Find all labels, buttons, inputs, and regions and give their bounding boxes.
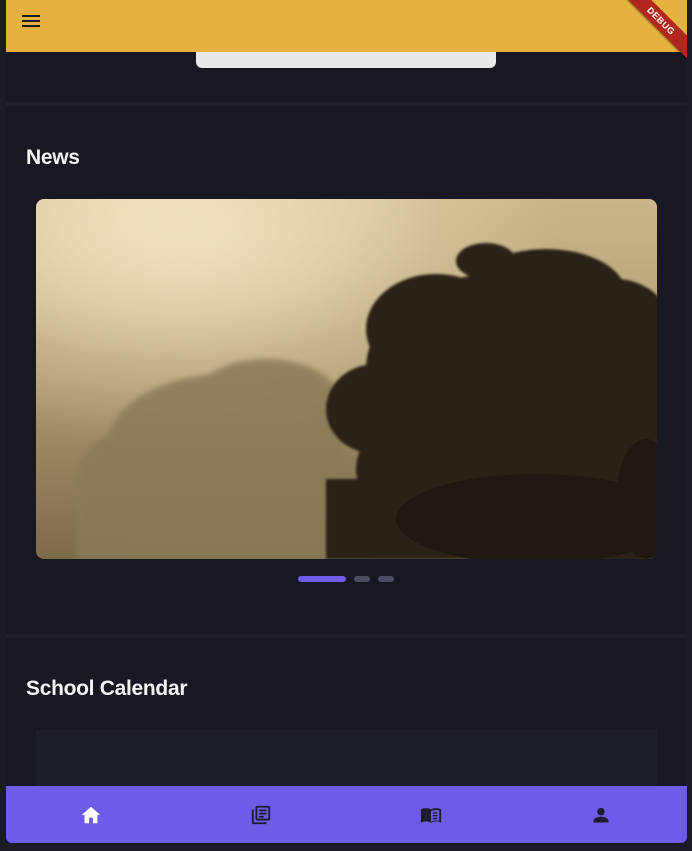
calendar-section-title: School Calendar [26, 677, 188, 700]
news-section-title: News [26, 146, 80, 169]
nav-book[interactable] [346, 786, 516, 843]
section-divider [6, 634, 687, 638]
app-frame: DEBUG News School Calendar [6, 0, 687, 843]
nav-profile[interactable] [516, 786, 686, 843]
news-icon [251, 805, 271, 824]
misty-trees-photo [36, 199, 657, 559]
debug-banner: DEBUG [621, 0, 687, 61]
app-bar: DEBUG [6, 0, 687, 61]
nav-home[interactable] [6, 786, 176, 843]
book-icon [420, 807, 442, 823]
bottom-navigation-bar [6, 786, 687, 843]
carousel-dot-active[interactable] [298, 576, 346, 582]
news-carousel-image[interactable] [36, 199, 657, 559]
carousel-dot[interactable] [378, 576, 394, 582]
menu-icon[interactable] [22, 12, 42, 32]
person-icon [593, 807, 609, 822]
nav-news[interactable] [176, 786, 346, 843]
section-divider [6, 102, 687, 106]
home-icon [81, 806, 101, 823]
carousel-indicator [6, 576, 687, 582]
carousel-dot[interactable] [354, 576, 370, 582]
